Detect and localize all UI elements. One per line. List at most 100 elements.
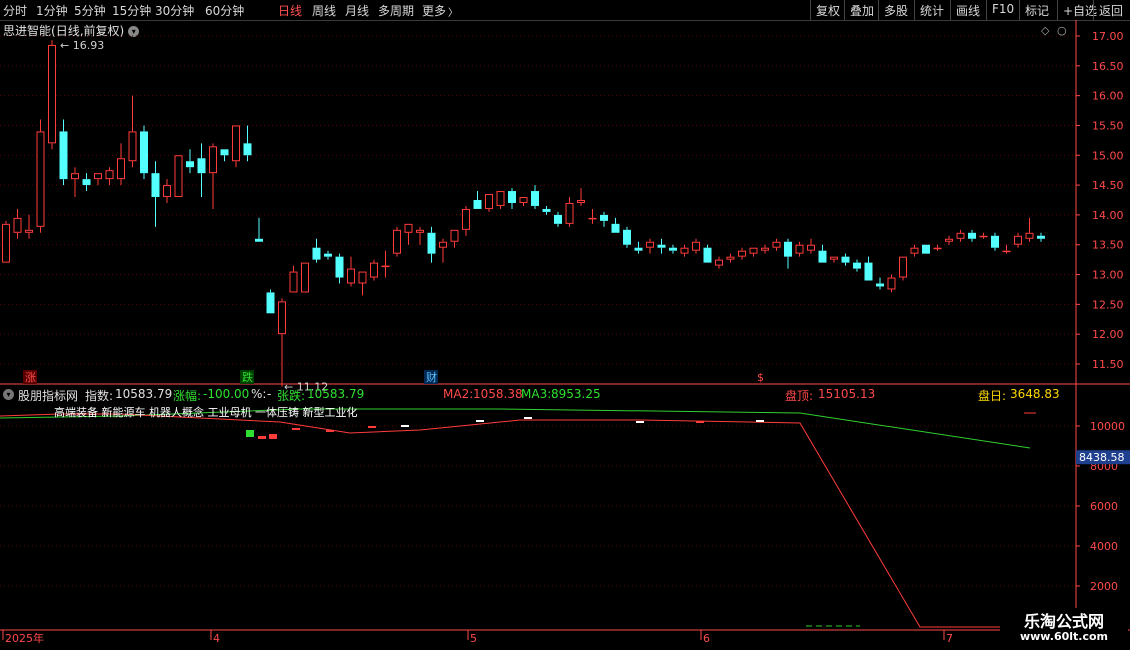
period-tab-0[interactable]: 分时: [3, 2, 27, 19]
candle-body: [485, 194, 493, 209]
candle-body: [439, 241, 447, 248]
diamond-icon[interactable]: ◇: [1041, 24, 1050, 37]
candle-body: [807, 244, 815, 251]
candle-body: [680, 247, 689, 254]
candle-body: [738, 250, 746, 257]
candle-body: [968, 232, 976, 239]
price-tick-label: 12.50: [1092, 298, 1124, 311]
price-tick-label: 15.00: [1092, 149, 1124, 162]
concepts-text: 高端装备 新能源车 机器人概念 工业母机 一体压铸 新型工业化: [54, 405, 357, 419]
candle-body: [657, 244, 666, 248]
date-label: 7: [946, 632, 953, 645]
candle-body: [715, 259, 723, 266]
date-label: 5: [470, 632, 477, 645]
event-marker[interactable]: 财: [426, 370, 437, 384]
indicator-bar: [269, 434, 277, 439]
indicator-bar: [756, 420, 764, 422]
period-tab-8[interactable]: 月线: [345, 2, 369, 19]
candle-body: [841, 256, 850, 263]
toolbar-button-1[interactable]: 叠加: [844, 0, 878, 20]
toolbar-button-0[interactable]: 复权: [810, 0, 844, 20]
candle-body: [186, 161, 194, 168]
current-value-text: 8438.58: [1079, 451, 1125, 464]
period-tab-6[interactable]: 日线: [278, 2, 302, 19]
candle-body: [1025, 232, 1034, 239]
event-marker[interactable]: 涨: [25, 371, 36, 384]
indicator-bar: [401, 425, 409, 427]
candle-body: [496, 191, 505, 206]
price-tick-label: 12.00: [1092, 328, 1124, 341]
candle-body: [830, 256, 838, 260]
event-marker[interactable]: 跌: [242, 370, 253, 384]
period-tab-5[interactable]: 60分钟: [205, 2, 244, 19]
period-tab-3[interactable]: 15分钟: [112, 2, 151, 19]
candle-body: [404, 223, 413, 233]
indicator-bar: [246, 430, 254, 437]
candle-body: [473, 200, 482, 209]
circle-icon[interactable]: ○: [1057, 24, 1067, 37]
indicator-bar: [696, 421, 704, 423]
chevron-down-icon[interactable]: ▾: [3, 389, 14, 400]
toolbar-button-3[interactable]: 统计: [914, 0, 950, 20]
date-label: 2025年: [5, 631, 44, 645]
candle-body: [266, 292, 275, 314]
change-pct-value: -100.00: [203, 387, 250, 401]
price-tick-label: 16.50: [1092, 60, 1124, 73]
toolbar-button-6[interactable]: 标记: [1019, 0, 1057, 20]
chevron-right-icon[interactable]: 〉: [448, 4, 458, 19]
candle-body: [922, 244, 930, 254]
candle-body: [611, 223, 620, 233]
toolbar-button-8[interactable]: 返回: [1093, 0, 1130, 20]
candle-body: [588, 217, 597, 220]
candle-body: [36, 131, 45, 227]
candle-body: [220, 149, 229, 156]
candle-body: [370, 262, 378, 278]
candle-body: [174, 155, 183, 198]
toolbar-button-2[interactable]: 多股: [878, 0, 914, 20]
candle-body: [956, 232, 965, 239]
indicator-bar: [326, 430, 334, 432]
candle-body: [784, 241, 792, 257]
period-tab-7[interactable]: 周线: [312, 2, 336, 19]
candle-body: [232, 125, 240, 162]
candle-body: [301, 262, 309, 293]
period-tab-10[interactable]: 更多: [422, 2, 446, 19]
candle-body: [565, 202, 574, 224]
candle-body: [278, 301, 286, 335]
candle-body: [910, 247, 919, 254]
price-tick-label: 14.50: [1092, 179, 1124, 192]
period-toolbar: 分时 1分钟 5分钟 15分钟 30分钟 60分钟 日线 周线 月线 多周期 更多〉 复权 叠加 多股 统计…: [0, 0, 1130, 21]
period-tab-4[interactable]: 30分钟: [155, 2, 194, 19]
period-tab-2[interactable]: 5分钟: [74, 2, 106, 19]
candle-body: [128, 131, 137, 162]
candle-body: [623, 229, 631, 245]
candle-body: [726, 256, 735, 260]
candle-body: [692, 241, 700, 251]
pantop-label: 盘顶:: [785, 389, 814, 403]
pct-value: -: [267, 387, 272, 401]
price-tick-label: 16.00: [1092, 90, 1124, 103]
candle-body: [25, 229, 33, 233]
candle-body: [416, 229, 424, 233]
price-tick-label: 14.00: [1092, 209, 1124, 222]
candle-body: [772, 241, 781, 248]
indicator-bar: [292, 428, 300, 430]
candle-body: [1002, 250, 1011, 253]
candle-body: [991, 235, 999, 248]
indicator-name: 股朋指标网: [18, 389, 79, 403]
indicator-bar: [258, 436, 266, 439]
toolbar-button-4[interactable]: 画线: [950, 0, 986, 20]
event-marker[interactable]: $: [757, 371, 764, 384]
candle-body: [197, 158, 206, 174]
period-tab-1[interactable]: 1分钟: [36, 2, 68, 19]
period-tab-9[interactable]: 多周期: [378, 2, 414, 19]
candle-body: [1014, 235, 1022, 245]
candle-body: [646, 241, 654, 248]
candle-body: [979, 235, 988, 238]
toolbar-button-7[interactable]: +自选: [1057, 0, 1097, 20]
candle-body: [117, 158, 125, 180]
candle-body: [531, 191, 539, 206]
toolbar-button-5[interactable]: F10: [986, 0, 1019, 20]
watermark-url: www.60lt.com: [1019, 630, 1109, 643]
candle-body: [818, 250, 827, 263]
